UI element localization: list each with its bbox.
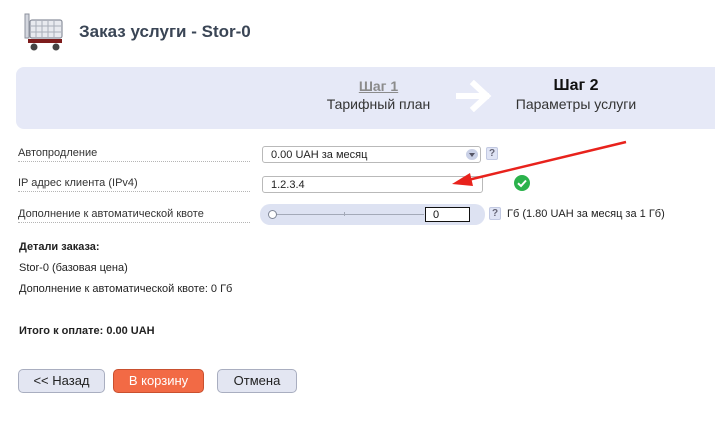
page-header: Заказ услуги - Stor-0 (22, 12, 702, 52)
step-2-subtitle: Параметры услуги (515, 96, 637, 112)
wizard-steps: Шаг 1 Тарифный план Шаг 2 Параметры услу… (16, 67, 715, 129)
order-details-title: Детали заказа: (19, 241, 100, 253)
shopping-cart-icon (24, 13, 63, 51)
ip-label-text: IP адрес клиента (IPv4) (18, 177, 141, 189)
quota-unit-text: Гб (1.80 UAH за месяц за 1 Гб) (507, 208, 665, 220)
back-button[interactable]: << Назад (18, 369, 105, 393)
step-1[interactable]: Шаг 1 Тарифный план (326, 78, 431, 112)
chevron-down-icon[interactable] (466, 149, 478, 160)
quota-slider-track[interactable] (272, 214, 424, 215)
quota-label: Дополнение к автоматической квоте (18, 208, 250, 223)
arrow-right-icon (456, 80, 492, 112)
autorenew-select-value: 0.00 UAH за месяц (271, 149, 368, 161)
step-2: Шаг 2 Параметры услуги (513, 77, 639, 112)
detail-line-quota: Дополнение к автоматической квоте: 0 Гб (19, 283, 233, 295)
autorenew-select[interactable]: 0.00 UAH за месяц (262, 146, 481, 163)
detail-line-base: Stor-0 (базовая цена) (19, 262, 128, 274)
autorenew-label: Автопродление (18, 147, 250, 162)
quota-slider-handle[interactable] (268, 210, 277, 219)
add-to-cart-button[interactable]: В корзину (113, 369, 204, 393)
quota-slider-tick (344, 212, 345, 216)
quota-input[interactable]: 0 (425, 207, 470, 222)
step-1-subtitle: Тарифный план (326, 96, 431, 112)
order-total: Итого к оплате: 0.00 UAH (19, 325, 155, 337)
ip-input[interactable]: 1.2.3.4 (262, 176, 483, 193)
cancel-button[interactable]: Отмена (217, 369, 297, 393)
autorenew-label-text: Автопродление (18, 147, 101, 159)
quota-slider[interactable]: 0 (260, 204, 485, 225)
step-2-title: Шаг 2 (553, 77, 599, 94)
check-circle-icon (514, 175, 530, 191)
ip-label: IP адрес клиента (IPv4) (18, 177, 250, 192)
page-title: Заказ услуги - Stor-0 (79, 22, 251, 41)
quota-help-icon[interactable]: ? (489, 207, 501, 220)
step-1-link[interactable]: Шаг 1 (326, 78, 431, 94)
autorenew-help-icon[interactable]: ? (486, 147, 498, 160)
quota-label-text: Дополнение к автоматической квоте (18, 208, 207, 220)
